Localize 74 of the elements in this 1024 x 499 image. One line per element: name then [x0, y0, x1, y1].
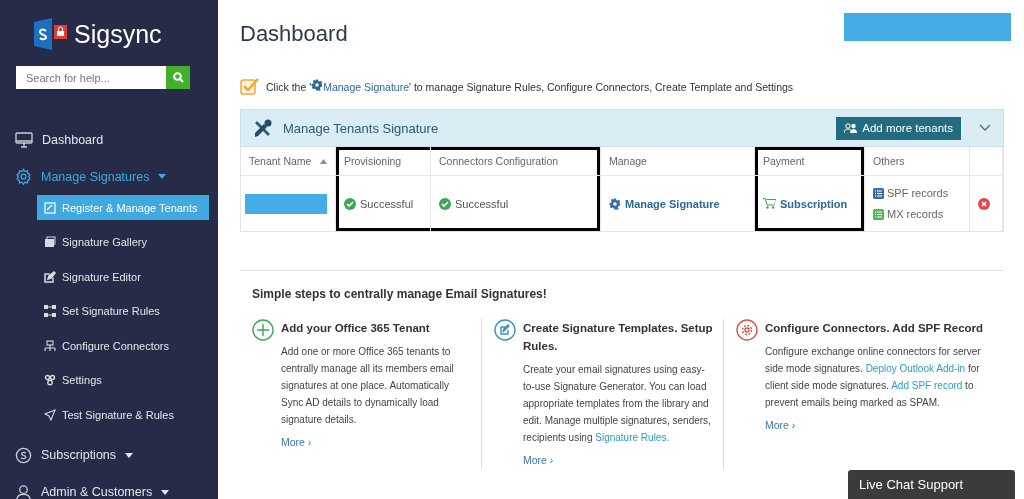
caret-icon — [125, 452, 134, 458]
sidebar-subitem[interactable]: Signature Editor — [37, 264, 209, 289]
panel-title: Manage Tenants Signature — [283, 120, 440, 136]
status-text: Successful — [360, 197, 414, 210]
column-header[interactable]: Others — [865, 147, 970, 176]
column-header[interactable]: Provisioning — [336, 147, 431, 176]
records-link[interactable]: SPF records — [873, 187, 949, 199]
gear-icon — [311, 79, 324, 91]
step-title: Configure Connectors. Add SPF Record — [765, 321, 985, 336]
settings-icon — [15, 168, 32, 185]
sidebar-subitem[interactable]: Signature Gallery — [37, 229, 209, 255]
tools-icon — [253, 118, 273, 138]
sidebar-item[interactable]: Admin & Customers — [0, 473, 218, 499]
search-icon — [172, 72, 184, 83]
sidebar-subitem[interactable]: Settings — [37, 367, 209, 393]
more-link[interactable]: More › — [765, 419, 994, 431]
text-link[interactable]: Deploy Outlook Add-in — [865, 363, 966, 374]
check-circle-icon — [344, 197, 356, 210]
gallery-icon — [44, 236, 56, 248]
chevron-icon[interactable] — [979, 124, 991, 132]
caret-icon — [158, 174, 167, 179]
cart-icon — [763, 198, 776, 209]
sidebar-item[interactable]: Subscriptions — [0, 436, 218, 474]
network-icon — [44, 339, 56, 352]
gear-icon — [609, 197, 621, 210]
edit-icon — [44, 270, 56, 283]
live-chat-button[interactable]: Live Chat Support — [848, 470, 1015, 499]
edit-icon — [494, 319, 516, 341]
sidebar-subitem[interactable]: Set Signature Rules — [37, 298, 209, 324]
more-link[interactable]: More › — [523, 454, 713, 466]
delete-button[interactable] — [978, 197, 990, 210]
gears-icon — [44, 374, 56, 386]
step-description: Add one or more Office 365 tenants to centrally manage all its members email signatures at one place. Automatically Sync AD details to dynamically load signature details. — [281, 345, 455, 427]
text-link[interactable]: Add SPF record — [891, 380, 963, 391]
step-description: Create your email signatures using easy-to-use Signature Generator. You can load appropriate templates from the library and edit. Manage multiple signatures, senders, recipients using Signature Rules. — [523, 363, 712, 445]
sidebar-item[interactable]: Manage Signatures — [0, 158, 218, 195]
column-header[interactable]: Manage — [601, 147, 755, 176]
column-header[interactable]: Tenant Name — [241, 147, 336, 176]
coin-icon — [15, 446, 32, 464]
logo-text: Sigsync — [74, 19, 162, 49]
users-icon — [844, 123, 859, 133]
column-header[interactable]: Connectors Configuration — [431, 147, 601, 176]
sidebar-subitem[interactable]: Configure Connectors — [37, 333, 209, 358]
text-link[interactable]: Signature Rules. — [595, 432, 670, 443]
records-link[interactable]: MX records — [873, 208, 949, 220]
caret-icon — [161, 489, 170, 495]
page-title: Dashboard — [240, 20, 348, 47]
text-link[interactable]: Manage Signature — [311, 81, 409, 93]
status-text: Successful — [455, 197, 509, 210]
sort-icon[interactable] — [320, 158, 327, 164]
user-icon — [15, 483, 32, 499]
send-icon — [44, 408, 56, 421]
step-title: Create Signature Templates. Setup Rules. — [523, 321, 713, 354]
search-button[interactable] — [166, 66, 190, 89]
logo-icon — [34, 18, 68, 50]
section-title: Simple steps to centrally manage Email Signatures! — [252, 287, 548, 301]
hint-text: Click the ' Manage Signature' to manage Signature Rules, Configure Connectors, Create Template and Settings — [266, 79, 794, 93]
step-title: Add your Office 365 Tenant — [281, 321, 431, 336]
more-link[interactable]: More › — [281, 436, 471, 448]
settings-icon — [736, 319, 758, 341]
plus-icon — [252, 319, 274, 341]
monitor-icon — [15, 131, 33, 148]
close-icon — [978, 197, 990, 210]
sidebar-item[interactable]: Dashboard — [0, 121, 218, 158]
rules-icon — [44, 305, 56, 317]
subscription-link[interactable]: Subscription — [763, 197, 848, 210]
add-tenants-button[interactable]: Add more tenants — [836, 116, 961, 140]
manage-signature-link[interactable]: Manage Signature — [609, 197, 720, 210]
step-description: Configure exchange online connectors for server side mode signatures. Deploy Outlook Add-in for client side mode signatures. Add SPF record to prevent emails being marked as SPAM. — [765, 345, 982, 410]
column-header[interactable]: Payment — [755, 147, 865, 176]
edit-icon — [44, 201, 56, 214]
sidebar-subitem[interactable]: Test Signature & Rules — [37, 402, 209, 427]
check-circle-icon — [439, 197, 451, 210]
search-field[interactable]: Search for help... — [16, 66, 166, 89]
